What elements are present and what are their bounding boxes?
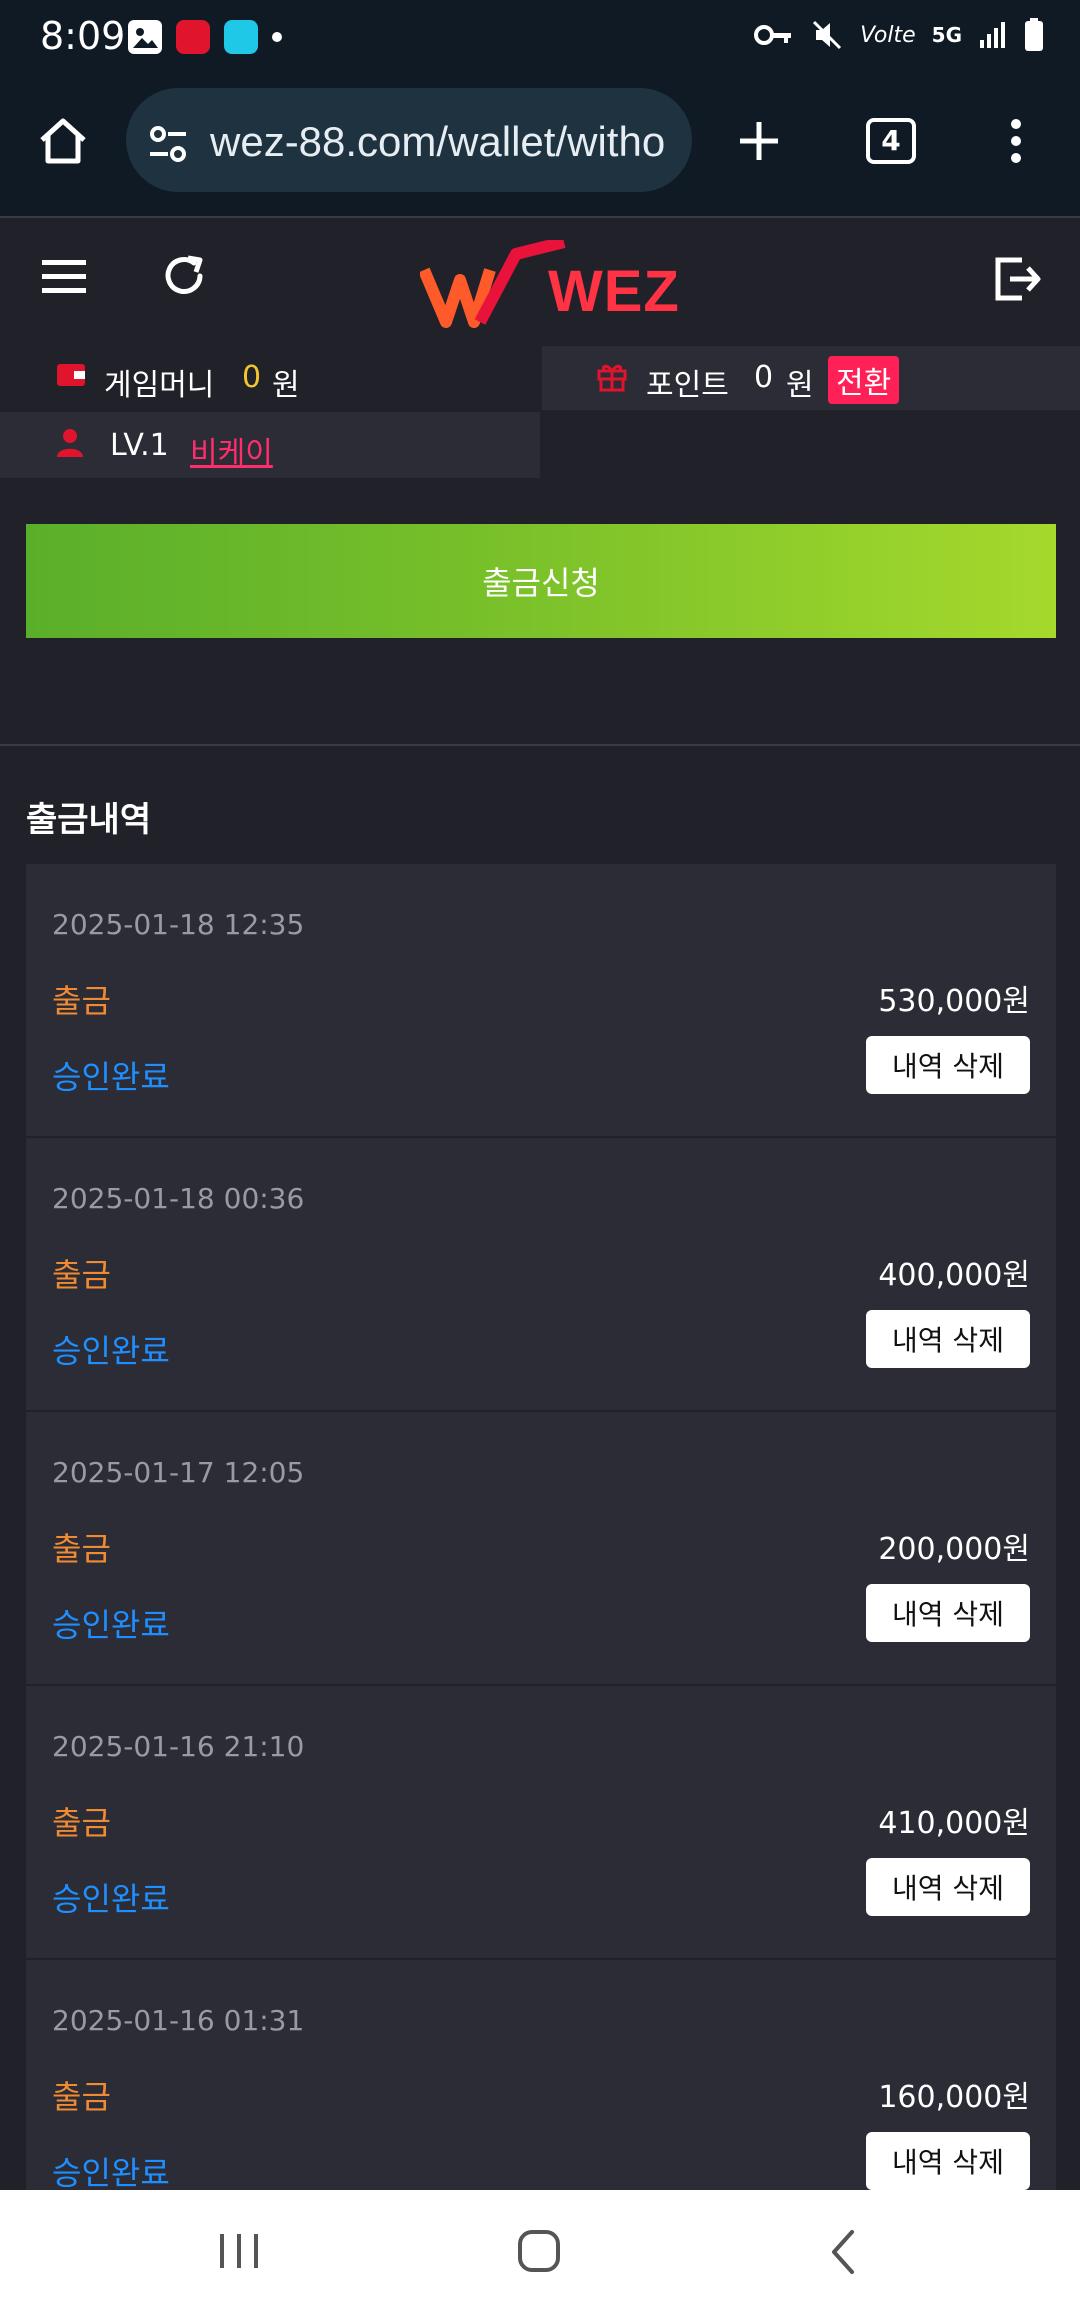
system-nav-bar: [0, 2190, 1080, 2316]
notification-icons: [128, 20, 282, 54]
point-label: 포인트: [646, 368, 729, 403]
refresh-icon[interactable]: [158, 250, 210, 302]
history-record: 2025-01-17 12:05 출금 200,000원 승인완료 내역 삭제: [26, 1412, 1056, 1684]
record-type: 출금: [52, 1256, 111, 1294]
delete-record-button[interactable]: 내역 삭제: [866, 2132, 1030, 2190]
record-type: 출금: [52, 1804, 111, 1842]
battery-icon: [1025, 18, 1043, 51]
record-amount: 200,000원: [878, 1532, 1030, 1567]
home-icon[interactable]: [36, 114, 90, 168]
point-row: 포인트 0 원 전환: [542, 346, 1080, 410]
game-money-label: 게임머니: [104, 368, 215, 403]
section-divider: [0, 744, 1080, 746]
gift-icon: [597, 364, 627, 392]
record-amount: 530,000원: [878, 984, 1030, 1019]
record-date: 2025-01-17 12:05: [52, 1456, 305, 1489]
record-amount: 410,000원: [878, 1806, 1030, 1841]
level-row: LV.1 비케이: [0, 412, 540, 478]
username-link[interactable]: 비케이: [190, 428, 273, 472]
record-type: 출금: [52, 982, 111, 1020]
history-record: 2025-01-16 21:10 출금 410,000원 승인완료 내역 삭제: [26, 1686, 1056, 1958]
dot-icon: [272, 32, 282, 42]
gallery-icon: [128, 20, 162, 54]
recent-apps-icon[interactable]: [216, 2230, 262, 2272]
delete-record-button[interactable]: 내역 삭제: [866, 1036, 1030, 1094]
point-unit: 원: [786, 368, 814, 403]
home-nav-icon[interactable]: [516, 2228, 562, 2274]
hamburger-menu-icon[interactable]: [40, 256, 90, 298]
level-label: LV.1: [110, 428, 169, 463]
record-date: 2025-01-18 12:35: [52, 908, 305, 941]
user-icon: [57, 429, 83, 457]
url-text[interactable]: wez-88.com/wallet/witho: [210, 118, 670, 166]
vpn-key-icon: [754, 25, 792, 45]
tab-switcher-button[interactable]: 4: [866, 118, 916, 164]
game-money-row: 게임머니 0 원: [0, 346, 540, 410]
app-header: WEZ: [0, 216, 1080, 346]
history-record: 2025-01-18 12:35 출금 530,000원 승인완료 내역 삭제: [26, 864, 1056, 1136]
game-money-value: 0: [242, 360, 262, 395]
withdraw-request-button[interactable]: 출금신청: [26, 524, 1056, 638]
network-label: 5G: [931, 23, 962, 47]
point-value: 0: [754, 360, 774, 395]
record-status: 승인완료: [52, 1332, 170, 1370]
record-status: 승인완료: [52, 2154, 170, 2192]
record-amount: 400,000원: [878, 1258, 1030, 1293]
new-tab-icon[interactable]: [736, 118, 782, 164]
status-time: 8:09: [40, 14, 126, 58]
status-indicators: Volte 5G: [754, 18, 1044, 52]
record-type: 출금: [52, 1530, 111, 1568]
delete-record-button[interactable]: 내역 삭제: [866, 1858, 1030, 1916]
convert-button[interactable]: 전환: [828, 356, 900, 404]
record-status: 승인완료: [52, 1058, 170, 1096]
mute-icon: [813, 20, 842, 50]
game-money-unit: 원: [272, 368, 300, 403]
delete-record-button[interactable]: 내역 삭제: [866, 1584, 1030, 1642]
history-record: 2025-01-18 00:36 출금 400,000원 승인완료 내역 삭제: [26, 1138, 1056, 1410]
record-status: 승인완료: [52, 1880, 170, 1918]
history-title: 출금내역: [26, 800, 152, 840]
wallet-icon: [57, 364, 85, 386]
app-red-icon: [176, 20, 210, 54]
record-type: 출금: [52, 2078, 111, 2116]
status-bar: 8:09 Volte 5G: [0, 0, 1080, 78]
delete-record-button[interactable]: 내역 삭제: [866, 1310, 1030, 1368]
volte-label: Volte: [860, 22, 916, 48]
logo-text: WEZ: [548, 259, 680, 324]
logout-icon[interactable]: [992, 254, 1042, 304]
back-nav-icon[interactable]: [826, 2228, 860, 2276]
signal-icon: [980, 22, 1005, 48]
record-date: 2025-01-16 01:31: [52, 2004, 305, 2037]
record-amount: 160,000원: [878, 2080, 1030, 2115]
record-status: 승인완료: [52, 1606, 170, 1644]
record-date: 2025-01-16 21:10: [52, 1730, 305, 1763]
record-date: 2025-01-18 00:36: [52, 1182, 305, 1215]
site-settings-icon[interactable]: [148, 124, 188, 164]
more-menu-icon[interactable]: [1004, 116, 1028, 166]
app-cyan-icon: [224, 20, 258, 54]
browser-toolbar: wez-88.com/wallet/witho 4: [0, 78, 1080, 216]
